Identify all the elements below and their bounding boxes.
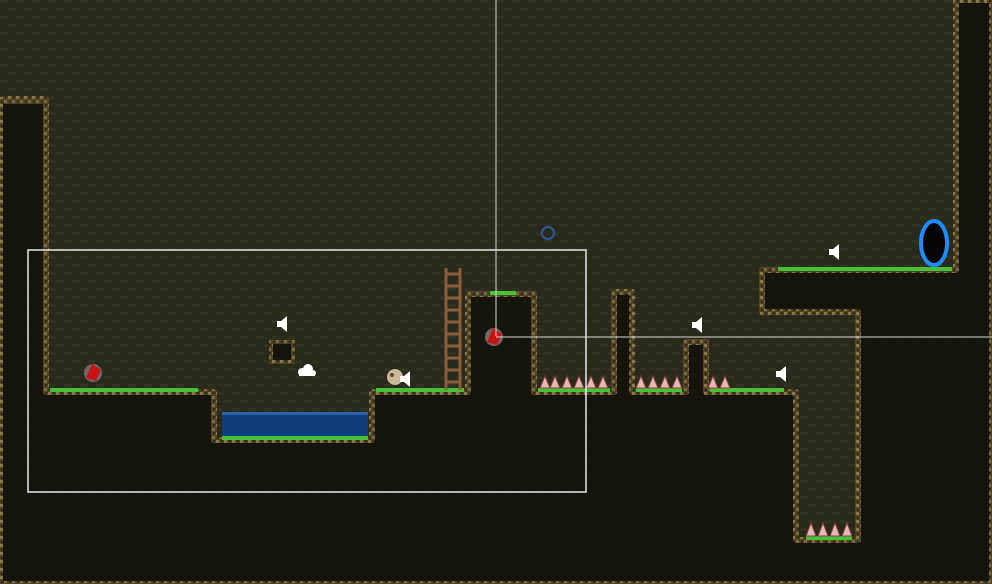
floating-block xyxy=(269,340,295,364)
level-canvas[interactable] xyxy=(0,0,992,584)
exit-portal[interactable] xyxy=(919,219,949,267)
game-viewport[interactable] xyxy=(0,0,992,584)
water-surface xyxy=(222,412,368,415)
enemy-left[interactable] xyxy=(84,364,102,382)
left-ledge-cap xyxy=(4,96,48,104)
water-pool xyxy=(222,412,368,438)
